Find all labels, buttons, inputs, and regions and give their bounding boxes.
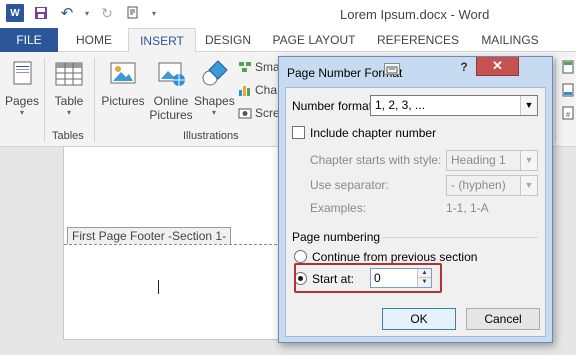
number-format-label: Number format: xyxy=(292,99,376,113)
smartart-button[interactable]: Sma xyxy=(238,60,280,74)
table-icon xyxy=(53,58,85,90)
page-numbering-label: Page numbering xyxy=(292,230,381,244)
shapes-button[interactable]: Shapes ▾ xyxy=(194,58,235,117)
tab-insert[interactable]: INSERT xyxy=(128,28,196,53)
screenshot-icon xyxy=(238,106,252,120)
svg-text:#: # xyxy=(566,112,570,119)
header-icon xyxy=(561,60,575,74)
document-title: Lorem Ipsum.docx - Word xyxy=(340,7,490,22)
illustrations-group-label: Illustrations xyxy=(183,130,239,142)
chart-button[interactable]: Cha xyxy=(238,83,277,97)
footer-icon xyxy=(561,83,575,97)
chevron-down-icon: ▼ xyxy=(520,176,537,195)
ribbon-right-icon-3[interactable]: # xyxy=(561,106,575,120)
help-button[interactable]: ? xyxy=(455,59,473,75)
screenshot-button[interactable]: Scre xyxy=(238,106,280,120)
tables-group-label: Tables xyxy=(52,130,84,142)
chapter-style-label: Chapter starts with style: xyxy=(310,153,442,167)
undo-icon[interactable]: ↶ xyxy=(58,4,76,22)
separator-value: - (hyphen) xyxy=(451,178,506,192)
online-pictures-label-1: Online xyxy=(153,94,189,108)
cancel-button[interactable]: Cancel xyxy=(466,308,540,330)
pages-icon xyxy=(6,58,38,90)
continue-label: Continue from previous section xyxy=(312,250,478,264)
smartart-label: Sma xyxy=(255,60,280,74)
online-pictures-icon xyxy=(155,58,187,90)
include-chapter-label: Include chapter number xyxy=(310,126,437,140)
screenshot-label: Scre xyxy=(255,106,280,120)
shapes-label: Shapes xyxy=(194,94,235,108)
separator-select[interactable]: - (hyphen) ▼ xyxy=(446,175,538,196)
number-format-select[interactable]: 1, 2, 3, ... ▼ xyxy=(370,95,538,116)
shapes-dropdown-icon: ▾ xyxy=(211,108,216,117)
ribbon-separator xyxy=(94,58,95,142)
table-button[interactable]: Table ▾ xyxy=(50,58,88,117)
customize-qat-icon[interactable]: ▾ xyxy=(150,4,158,22)
tab-mailings[interactable]: MAILINGS xyxy=(474,28,546,52)
text-cursor xyxy=(158,280,159,294)
word-icon[interactable]: W xyxy=(6,4,24,22)
start-at-highlight-box xyxy=(294,263,442,293)
chevron-down-icon: ▼ xyxy=(520,151,537,170)
ribbon-right-icon-2[interactable] xyxy=(561,83,575,97)
table-label: Table xyxy=(54,94,84,108)
chart-icon xyxy=(238,83,252,97)
tab-home[interactable]: HOME xyxy=(68,28,120,52)
online-pictures-button[interactable]: Online Pictures xyxy=(148,58,194,122)
number-format-value: 1, 2, 3, ... xyxy=(375,98,426,112)
quick-access-toolbar: W ↶ ▾ ↻ ▾ xyxy=(6,4,158,22)
pictures-button[interactable]: Pictures xyxy=(100,58,146,108)
online-pictures-label-2: Pictures xyxy=(149,108,193,122)
shapes-icon xyxy=(198,58,230,90)
continue-radio[interactable] xyxy=(294,250,307,263)
tab-page-layout[interactable]: PAGE LAYOUT xyxy=(266,28,362,52)
undo-dropdown-icon[interactable]: ▾ xyxy=(84,4,90,22)
footer-section-label: First Page Footer -Section 1- xyxy=(67,227,232,244)
group-divider xyxy=(382,237,538,238)
page-number-format-dialog: Page Number Format ? ✕ Number format: 1,… xyxy=(278,56,553,343)
tab-references[interactable]: REFERENCES xyxy=(372,28,464,52)
save-icon[interactable] xyxy=(32,4,50,22)
pictures-icon xyxy=(107,58,139,90)
chapter-style-select[interactable]: Heading 1 ▼ xyxy=(446,150,538,171)
close-button[interactable]: ✕ xyxy=(476,57,519,76)
ribbon-right-icon-1[interactable] xyxy=(561,60,575,74)
include-chapter-checkbox[interactable] xyxy=(292,126,305,139)
examples-label: Examples: xyxy=(310,201,367,215)
chevron-down-icon: ▼ xyxy=(520,96,537,115)
redo-icon[interactable]: ↻ xyxy=(98,4,116,22)
pictures-label: Pictures xyxy=(101,94,145,108)
pages-dropdown-icon: ▾ xyxy=(19,108,24,117)
separator-label: Use separator: xyxy=(310,178,389,192)
smartart-icon xyxy=(238,60,252,74)
examples-value: 1-1, 1-A xyxy=(446,201,489,215)
ribbon-separator xyxy=(555,58,556,142)
table-dropdown-icon: ▾ xyxy=(66,108,71,117)
touch-mode-icon[interactable] xyxy=(124,4,142,22)
tab-design[interactable]: DESIGN xyxy=(200,28,256,52)
ok-button[interactable]: OK xyxy=(382,308,456,330)
ribbon-tabs: FILE HOME INSERT DESIGN PAGE LAYOUT REFE… xyxy=(0,28,576,53)
chart-label: Cha xyxy=(255,83,278,97)
dialog-drag-icon xyxy=(384,63,400,75)
ribbon-separator xyxy=(44,58,45,142)
page-number-icon: # xyxy=(561,106,575,120)
pages-button[interactable]: Pages ▾ xyxy=(4,58,40,117)
dialog-body: Number format: 1, 2, 3, ... ▼ Include ch… xyxy=(285,87,546,337)
chapter-style-value: Heading 1 xyxy=(451,153,506,167)
tab-file[interactable]: FILE xyxy=(0,28,58,52)
title-bar: W ↶ ▾ ↻ ▾ Lorem Ipsum.docx - Word xyxy=(0,0,576,28)
pages-label: Pages xyxy=(4,94,40,108)
